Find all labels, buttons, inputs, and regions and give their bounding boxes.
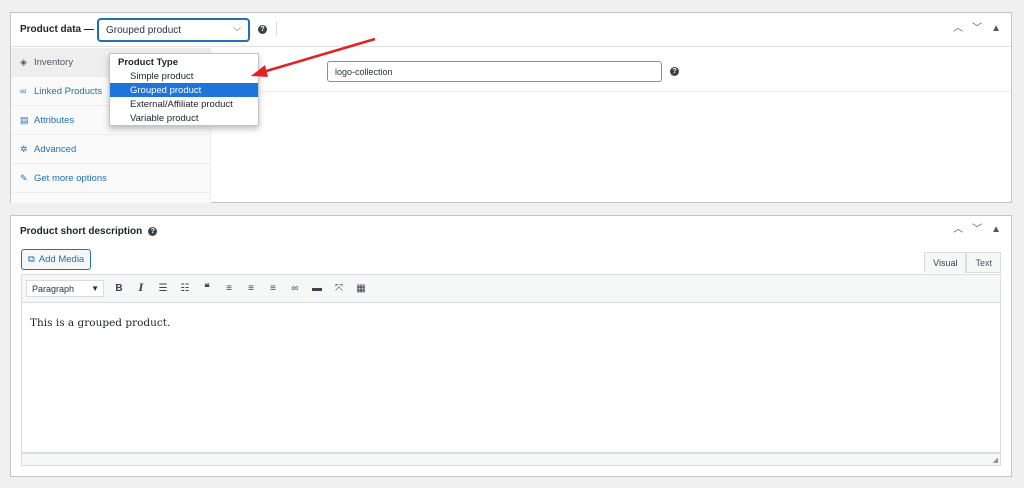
tab-label: Advanced bbox=[34, 143, 77, 155]
product-type-value: Grouped product bbox=[106, 24, 182, 36]
tab-text[interactable]: Text bbox=[966, 252, 1001, 273]
editor-status-bar: ◢ bbox=[21, 453, 1001, 466]
tab-get-more-options[interactable]: ✎ Get more options bbox=[11, 164, 210, 193]
product-data-panel: Product data — Grouped product ⌵ ? ︿ ﹀ ▲… bbox=[10, 12, 1012, 203]
option-external-affiliate-product[interactable]: External/Affiliate product bbox=[110, 97, 258, 111]
field-divider bbox=[212, 91, 1011, 92]
media-icon: ⧉ bbox=[28, 254, 35, 265]
plugin-icon: ✎ bbox=[20, 172, 28, 183]
add-media-label: Add Media bbox=[38, 254, 85, 265]
tab-label: Inventory bbox=[34, 56, 74, 68]
bullet-list-icon[interactable]: ☰ bbox=[156, 283, 170, 294]
read-more-icon[interactable]: ▬ bbox=[310, 283, 324, 294]
tab-label: Get more options bbox=[34, 172, 107, 184]
format-value: Paragraph bbox=[32, 283, 75, 294]
editor-tabs: Visual Text bbox=[924, 252, 1001, 273]
option-simple-product[interactable]: Simple product bbox=[110, 69, 258, 83]
tab-visual[interactable]: Visual bbox=[924, 252, 967, 273]
panel-controls: ︿ ﹀ ▲ bbox=[953, 224, 1001, 236]
format-select[interactable]: Paragraph ▼ bbox=[26, 280, 104, 297]
product-type-select[interactable]: Grouped product ⌵ bbox=[98, 19, 249, 41]
option-grouped-product[interactable]: Grouped product bbox=[110, 83, 258, 97]
help-icon[interactable]: ? bbox=[258, 25, 267, 34]
toggle-panel-icon[interactable]: ▲ bbox=[991, 224, 1001, 236]
field-help-icon[interactable]: ? bbox=[670, 67, 679, 76]
annotation-arrow bbox=[251, 37, 376, 77]
dropdown-group-label: Product Type bbox=[118, 57, 178, 68]
align-center-icon[interactable]: ≡ bbox=[244, 283, 258, 294]
table-icon: ▤ bbox=[20, 114, 29, 125]
link-icon[interactable]: ∞ bbox=[288, 283, 302, 294]
toolbar-toggle-icon[interactable]: ▦ bbox=[354, 283, 368, 294]
fullscreen-icon[interactable]: ⤧ bbox=[332, 283, 346, 294]
tab-label: Linked Products bbox=[34, 85, 103, 97]
tab-advanced[interactable]: ✲ Advanced bbox=[11, 135, 210, 164]
align-left-icon[interactable]: ≡ bbox=[222, 283, 236, 294]
add-media-button[interactable]: ⧉ Add Media bbox=[21, 249, 92, 270]
short-description-title: Product short description bbox=[20, 225, 143, 237]
product-data-header: Product data — Grouped product ⌵ ? ︿ ﹀ ▲ bbox=[11, 13, 1011, 47]
move-up-icon[interactable]: ︿ bbox=[953, 23, 963, 35]
italic-icon[interactable]: I bbox=[134, 283, 148, 294]
blockquote-icon[interactable]: ❝ bbox=[200, 283, 214, 294]
editor-content[interactable]: This is a grouped product. bbox=[21, 303, 1001, 453]
caret-down-icon: ▼ bbox=[91, 284, 99, 293]
gear-icon: ✲ bbox=[20, 143, 28, 154]
toggle-panel-icon[interactable]: ▲ bbox=[991, 23, 1001, 35]
editor-paragraph: This is a grouped product. bbox=[30, 317, 171, 329]
align-right-icon[interactable]: ≡ bbox=[266, 283, 280, 294]
tag-icon: ◈ bbox=[20, 56, 27, 67]
move-up-icon[interactable]: ︿ bbox=[953, 224, 963, 236]
resize-handle-icon[interactable]: ◢ bbox=[993, 456, 998, 464]
product-data-title: Product data — bbox=[20, 24, 94, 35]
panel-controls: ︿ ﹀ ▲ bbox=[953, 23, 1001, 35]
option-variable-product[interactable]: Variable product bbox=[110, 111, 258, 125]
help-icon[interactable]: ? bbox=[148, 226, 158, 236]
chevron-down-icon: ⌵ bbox=[233, 23, 241, 34]
product-type-dropdown: Product Type Simple product Grouped prod… bbox=[109, 53, 259, 126]
move-down-icon[interactable]: ﹀ bbox=[972, 224, 982, 236]
arrow-head bbox=[251, 65, 268, 77]
editor-toolbar: Paragraph ▼ B I ☰ ☷ ❝ ≡ ≡ ≡ ∞ ▬ ⤧ ▦ bbox=[21, 274, 1001, 303]
link-icon: ∞ bbox=[20, 86, 27, 96]
short-description-header: Product short description ? ︿ ﹀ ▲ bbox=[11, 216, 1011, 246]
short-description-panel: Product short description ? ︿ ﹀ ▲ ⧉ Add … bbox=[10, 215, 1012, 477]
bold-icon[interactable]: B bbox=[112, 283, 126, 294]
numbered-list-icon[interactable]: ☷ bbox=[178, 283, 192, 294]
arrow-shaft bbox=[262, 37, 376, 74]
move-down-icon[interactable]: ﹀ bbox=[972, 23, 982, 35]
tab-label: Attributes bbox=[34, 114, 75, 126]
